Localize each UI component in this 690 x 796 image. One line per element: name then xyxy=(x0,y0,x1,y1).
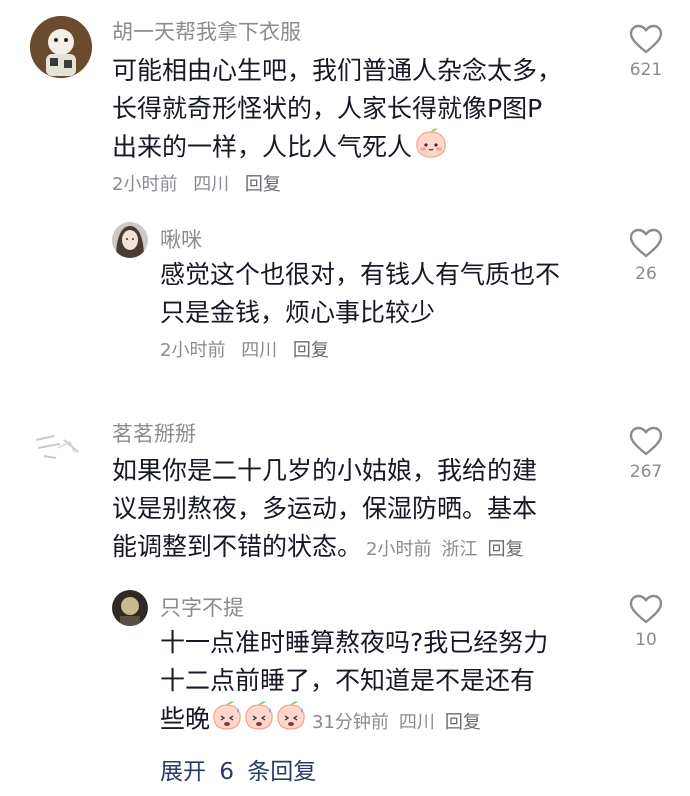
comment-username[interactable]: 只字不提 xyxy=(160,592,244,622)
comment-text-line: 长得就奇形怪状的，人家长得就像P图P xyxy=(112,94,543,123)
comment-time: 31分钟前 xyxy=(312,711,389,733)
comment-meta: 2小时前 四川 回复 xyxy=(160,336,339,362)
comment-location: 四川 xyxy=(193,174,230,195)
comment-text-line: 出来的一样，人比人气死人 xyxy=(112,128,562,169)
comment-text-line: 感觉这个也很对，有钱人有气质也不 xyxy=(160,260,561,289)
expand-prefix: 展开 xyxy=(160,759,206,785)
comment-text: 十一点准时睡算熬夜吗?我已经努力 十二点前睡了，不知道是不是还有 些晚 31分钟前… xyxy=(160,624,548,742)
comment-text-line: 十一点准时睡算熬夜吗?我已经努力 xyxy=(160,628,549,657)
comment-text-line: 议是别熬夜，多运动，保湿防晒。基本 xyxy=(112,494,538,523)
comment-text-line: 如果你是二十几岁的小姑娘，我给的建 xyxy=(112,456,538,485)
heart-icon xyxy=(629,594,663,624)
reply-button[interactable]: 回复 xyxy=(245,174,281,195)
comment-location: 四川 xyxy=(241,340,278,361)
heart-icon xyxy=(629,426,663,456)
reply-button[interactable]: 回复 xyxy=(487,539,523,560)
reply-button[interactable]: 回复 xyxy=(445,712,481,733)
expand-suffix: 条回复 xyxy=(247,759,317,785)
comment-text: 感觉这个也很对，有钱人有气质也不 只是金钱，烦心事比较少 xyxy=(160,256,560,332)
comment-username[interactable]: 啾咪 xyxy=(160,224,202,254)
heart-icon xyxy=(629,228,663,258)
reply-button[interactable]: 回复 xyxy=(293,340,329,361)
comment-location: 四川 xyxy=(398,711,435,733)
avatar[interactable] xyxy=(112,222,148,258)
comment-text: 可能相由心生吧，我们普通人杂念太多， 长得就奇形怪状的，人家长得就像P图P 出来… xyxy=(112,52,562,169)
like-count: 621 xyxy=(629,60,663,80)
avatar[interactable] xyxy=(30,418,86,474)
comment-text-line: 十二点前睡了，不知道是不是还有 xyxy=(160,666,536,695)
like-count: 26 xyxy=(635,264,657,284)
heart-icon xyxy=(629,24,663,54)
comment-meta: 2小时前 浙江 回复 xyxy=(366,539,533,560)
comment-username[interactable]: 胡一天帮我拿下衣服 xyxy=(112,16,301,46)
like-button[interactable]: 10 xyxy=(616,594,676,650)
comment-meta: 31分钟前 四川 回复 xyxy=(312,712,491,733)
like-button[interactable]: 267 xyxy=(616,426,676,482)
comment-time: 2小时前 xyxy=(366,539,432,560)
like-count: 10 xyxy=(635,630,657,650)
comment-text-line: 能调整到不错的状态。 2小时前 浙江 回复 xyxy=(112,528,537,569)
comment-text-line: 可能相由心生吧，我们普通人杂念太多， xyxy=(112,56,563,85)
sweating-peach-face-emoji-icon xyxy=(212,700,308,741)
like-count: 267 xyxy=(629,462,663,482)
expand-count: 6 xyxy=(219,759,234,785)
like-button[interactable]: 26 xyxy=(616,228,676,284)
like-button[interactable]: 621 xyxy=(616,24,676,80)
expand-replies-button[interactable]: 展开 6 条回复 xyxy=(160,752,316,786)
comment-text: 如果你是二十几岁的小姑娘，我给的建 议是别熬夜，多运动，保湿防晒。基本 能调整到… xyxy=(112,452,537,569)
comment-location: 浙江 xyxy=(441,539,478,560)
comment-text-line: 些晚 31分钟前 四川 回复 xyxy=(160,700,548,742)
comment-username[interactable]: 茗茗掰掰 xyxy=(112,418,196,448)
comment-time: 2小时前 xyxy=(160,340,226,361)
comment-time: 2小时前 xyxy=(112,174,178,195)
comment-meta: 2小时前 四川 回复 xyxy=(112,170,291,196)
peach-face-emoji-icon xyxy=(414,128,448,169)
comment-text-line: 只是金钱，烦心事比较少 xyxy=(160,298,436,327)
avatar[interactable] xyxy=(30,16,92,78)
avatar[interactable] xyxy=(112,590,148,626)
